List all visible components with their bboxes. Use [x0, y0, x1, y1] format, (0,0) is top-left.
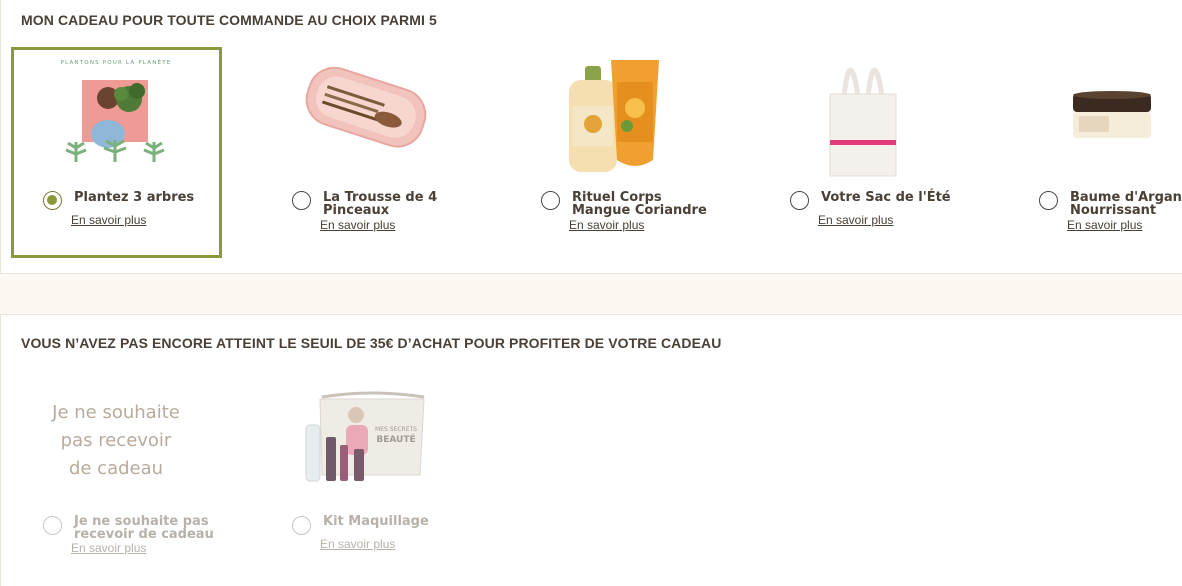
gift-threshold-title: VOUS N’AVEZ PAS ENCORE ATTEINT LE SEUIL … — [21, 335, 722, 351]
gift-more-link-makeup[interactable]: En savoir plus — [320, 537, 395, 551]
argan-jar-image — [1007, 50, 1182, 180]
gift-radio-brushes[interactable] — [292, 191, 311, 210]
gift-more-link-mango[interactable]: En savoir plus — [569, 218, 644, 232]
gift-label-brushes: La Trousse de 4 Pinceaux — [323, 190, 438, 218]
gift-more-link-none[interactable]: En savoir plus — [71, 541, 146, 555]
no-gift-image-line1: Je ne souhaite — [51, 402, 180, 423]
trees-gift-image: PLANTONS POUR LA PLANÈTE — [11, 50, 221, 180]
makeup-kit-image: MES SECRETS BEAUTÉ — [260, 385, 470, 515]
gift-label-bag: Votre Sac de l'Été — [821, 190, 951, 205]
brush-case-image — [260, 50, 470, 180]
trees-image-caption: PLANTONS POUR LA PLANÈTE — [61, 58, 172, 66]
gift-more-link-bag[interactable]: En savoir plus — [818, 213, 893, 227]
gift-label-mango: Rituel Corps Mangue Coriandre — [572, 190, 707, 218]
gift-choice-panel: MON CADEAU POUR TOUTE COMMANDE AU CHOIX … — [0, 0, 1182, 274]
no-gift-image-line2: pas recevoir — [61, 430, 172, 451]
gift-label-trees: Plantez 3 arbres — [74, 190, 195, 205]
makeup-image-text1: MES SECRETS — [375, 426, 417, 433]
tote-bag-image — [758, 50, 968, 180]
gift-radio-mango[interactable] — [541, 191, 560, 210]
gift-radio-bag[interactable] — [790, 191, 809, 210]
gift-radio-makeup[interactable] — [292, 516, 311, 535]
gift-choice-title: MON CADEAU POUR TOUTE COMMANDE AU CHOIX … — [21, 12, 437, 28]
gift-radio-argan[interactable] — [1039, 191, 1058, 210]
gift-more-link-argan[interactable]: En savoir plus — [1067, 218, 1142, 232]
section-separator — [0, 274, 1182, 314]
gift-radio-trees[interactable] — [43, 191, 62, 210]
no-gift-image-line3: de cadeau — [69, 458, 163, 479]
gift-radio-none[interactable] — [43, 516, 62, 535]
gift-more-link-trees[interactable]: En savoir plus — [71, 213, 146, 227]
gift-label-makeup: Kit Maquillage — [323, 514, 429, 529]
gift-more-link-brushes[interactable]: En savoir plus — [320, 218, 395, 232]
gift-label-argan: Baume d'Argan Nourrissant — [1070, 190, 1182, 218]
gift-threshold-panel: VOUS N’AVEZ PAS ENCORE ATTEINT LE SEUIL … — [0, 314, 1182, 586]
makeup-image-text2: BEAUTÉ — [376, 433, 415, 445]
gift-label-none: Je ne souhaite pas recevoir de cadeau — [74, 514, 214, 542]
mango-products-image — [509, 50, 719, 180]
no-gift-image: Je ne souhaite pas recevoir de cadeau — [11, 395, 221, 525]
